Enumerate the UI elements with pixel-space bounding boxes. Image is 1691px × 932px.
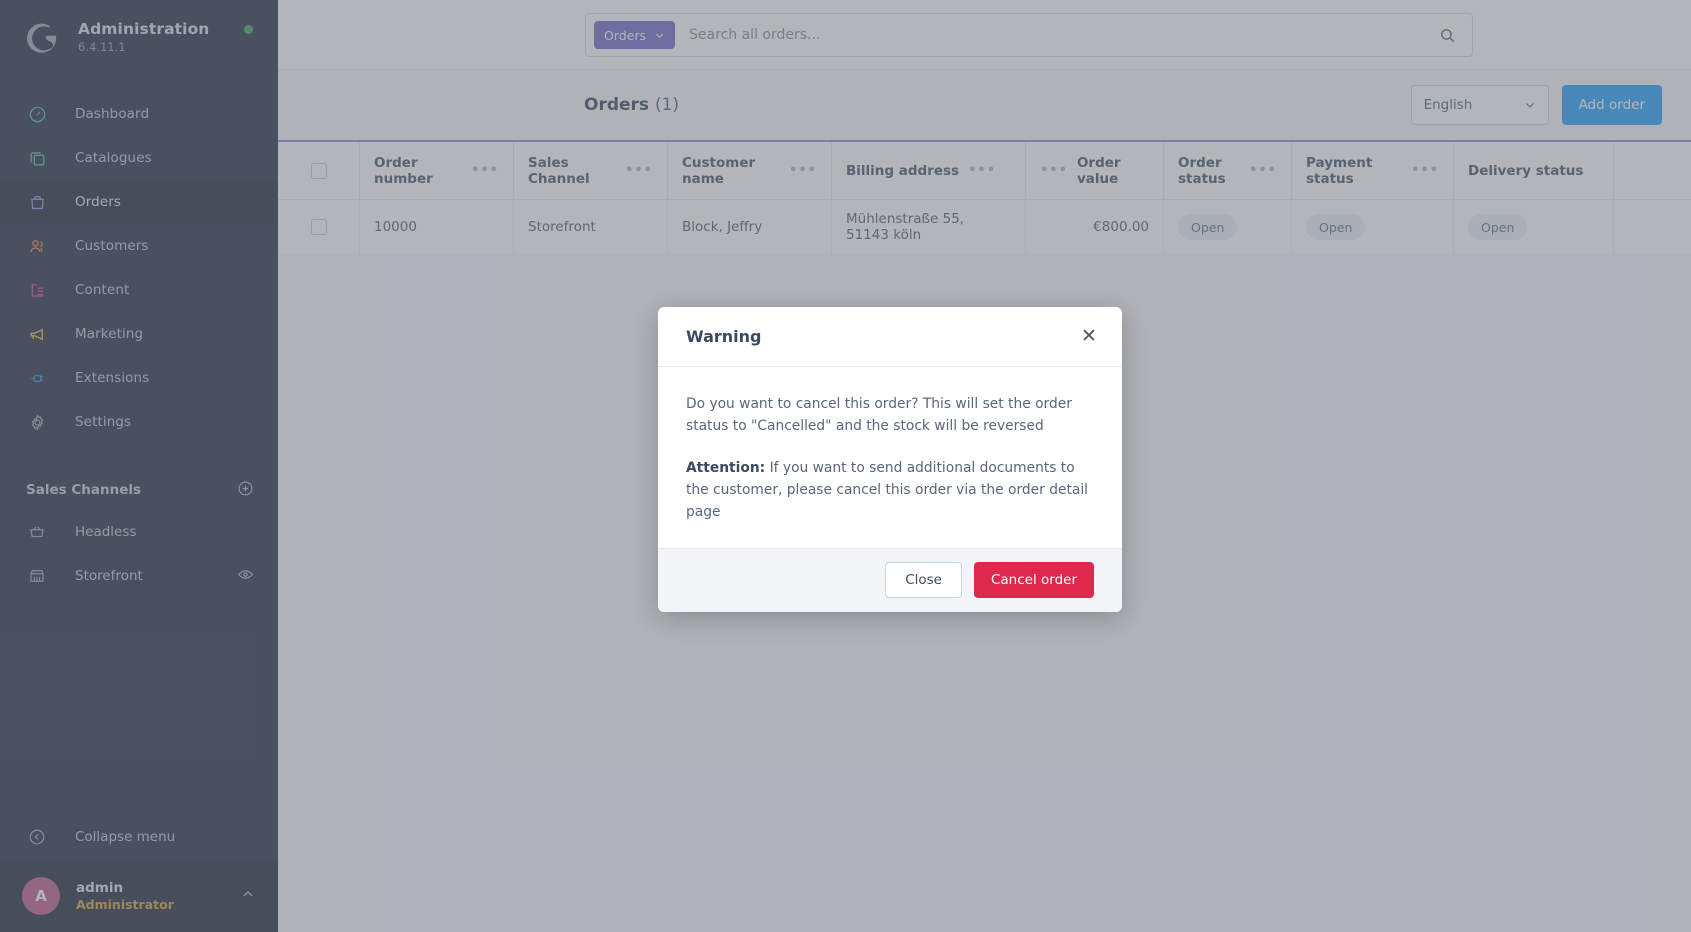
modal-attention-label: Attention:	[686, 459, 766, 476]
close-icon[interactable]: ✕	[1074, 322, 1104, 352]
modal-footer: Close Cancel order	[658, 547, 1122, 612]
close-button[interactable]: Close	[885, 562, 962, 599]
modal-paragraph-1: Do you want to cancel this order? This w…	[686, 396, 1072, 435]
modal-body: Do you want to cancel this order? This w…	[658, 367, 1122, 548]
modal-header: Warning ✕	[658, 307, 1122, 367]
modal-paragraph-2: Attention: If you want to send additiona…	[686, 457, 1094, 524]
modal-title: Warning	[686, 327, 762, 346]
admin-app: Orders Orders (1) English Add order	[0, 0, 1691, 932]
cancel-order-button[interactable]: Cancel order	[973, 562, 1094, 599]
warning-modal: Warning ✕ Do you want to cancel this ord…	[658, 307, 1122, 612]
